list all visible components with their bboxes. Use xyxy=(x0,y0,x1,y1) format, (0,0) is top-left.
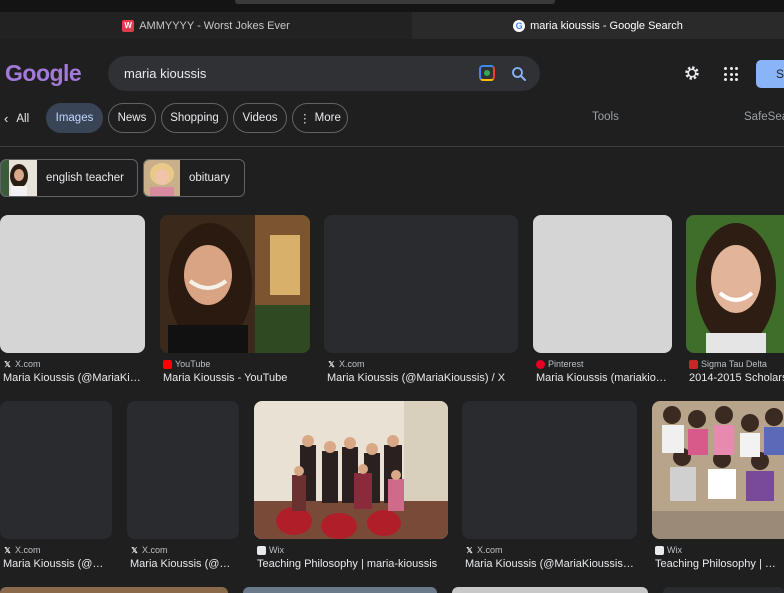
result-title[interactable]: 2014-2015 Scholars xyxy=(689,372,784,384)
related-thumbnail xyxy=(144,160,180,196)
wix-logo-icon xyxy=(655,545,664,555)
all-label: All xyxy=(16,112,30,125)
tab-title: AMMYYYY - Worst Jokes Ever xyxy=(139,19,290,32)
tools-button[interactable]: Tools xyxy=(592,111,619,123)
more-label: More xyxy=(314,112,341,124)
result-source: 𝕏 X.com xyxy=(3,359,41,369)
tab-title: maria kioussis - Google Search xyxy=(530,19,683,32)
source-name: Pinterest xyxy=(548,359,584,369)
more-vertical-icon: ⋮ xyxy=(299,113,311,125)
x-logo-icon: 𝕏 xyxy=(4,359,11,369)
x-logo-icon: 𝕏 xyxy=(131,545,138,555)
result-source: 𝕏 X.com xyxy=(327,359,365,369)
tab-more[interactable]: ⋮ More xyxy=(292,103,348,133)
result-thumbnail[interactable] xyxy=(127,401,239,539)
x-logo-icon: 𝕏 xyxy=(328,359,335,369)
related-thumbnail xyxy=(1,160,37,196)
chevron-left-icon: ‹ xyxy=(4,111,9,126)
x-logo-icon: 𝕏 xyxy=(466,545,473,555)
back-to-all-link[interactable]: ‹ All xyxy=(4,111,29,126)
sigma-tau-delta-logo-icon xyxy=(689,359,698,369)
result-source: Sigma Tau Delta xyxy=(689,359,767,369)
sign-in-button[interactable]: Sign in xyxy=(756,60,784,88)
source-name: X.com xyxy=(15,359,41,369)
search-box[interactable]: maria kioussis xyxy=(108,56,540,91)
result-title[interactable]: Maria Kioussis (@MariaKioussis) / X xyxy=(327,372,517,384)
gear-icon[interactable] xyxy=(683,64,701,82)
browser-tab-strip: W AMMYYYY - Worst Jokes Ever ✕ G maria k… xyxy=(0,0,784,39)
result-thumbnail[interactable] xyxy=(462,401,637,539)
source-name: X.com xyxy=(142,545,168,555)
youtube-logo-icon xyxy=(163,359,172,369)
result-source: YouTube xyxy=(163,359,210,369)
google-logo[interactable]: Google xyxy=(5,60,82,87)
result-title[interactable]: Maria Kioussis (@MariaKi… xyxy=(3,372,143,384)
result-source: 𝕏 X.com xyxy=(465,545,503,555)
source-name: Sigma Tau Delta xyxy=(701,359,767,369)
x-logo-icon: 𝕏 xyxy=(4,545,11,555)
tab-images[interactable]: Images xyxy=(46,103,103,133)
browser-tab-jokes[interactable]: W AMMYYYY - Worst Jokes Ever xyxy=(0,12,412,39)
apps-grid-icon[interactable] xyxy=(724,67,738,81)
wix-logo-icon xyxy=(257,545,266,555)
tab-news[interactable]: News xyxy=(108,103,156,133)
related-search-obituary[interactable]: obituary xyxy=(143,159,245,197)
image-result-partial[interactable] xyxy=(243,587,437,593)
related-label: obituary xyxy=(189,172,230,184)
result-title[interactable]: Teaching Philosophy | maria-kioussis xyxy=(257,558,447,570)
result-thumbnail[interactable] xyxy=(0,215,145,353)
source-name: X.com xyxy=(477,545,503,555)
result-thumbnail[interactable] xyxy=(533,215,672,353)
result-title[interactable]: Teaching Philosophy | mar… xyxy=(655,558,784,570)
tab-videos[interactable]: Videos xyxy=(233,103,287,133)
wix-favicon-icon: W xyxy=(122,19,135,32)
window-top-bar xyxy=(235,0,555,4)
result-thumbnail[interactable] xyxy=(160,215,310,353)
header-divider xyxy=(0,146,784,147)
google-lens-icon[interactable] xyxy=(479,65,495,81)
source-name: X.com xyxy=(339,359,365,369)
google-favicon-icon: G xyxy=(513,19,526,32)
result-thumbnail[interactable] xyxy=(652,401,784,539)
source-name: Wix xyxy=(269,545,284,555)
result-source: Wix xyxy=(257,545,284,555)
result-thumbnail[interactable] xyxy=(254,401,448,539)
search-icon[interactable] xyxy=(510,65,528,83)
result-title[interactable]: Maria Kioussis - YouTube xyxy=(163,372,310,384)
result-title[interactable]: Maria Kioussis (@… xyxy=(130,558,238,570)
safesearch-button[interactable]: SafeSearch xyxy=(744,111,784,123)
source-name: YouTube xyxy=(175,359,211,369)
result-title[interactable]: Maria Kioussis (@MariaKioussis… xyxy=(465,558,637,570)
browser-tab-google-search[interactable]: G maria kioussis - Google Search xyxy=(412,12,784,39)
image-result-partial[interactable] xyxy=(663,587,784,593)
result-source: 𝕏 X.com xyxy=(3,545,41,555)
image-result-partial[interactable] xyxy=(0,587,228,593)
image-result-partial[interactable] xyxy=(452,587,648,593)
pinterest-logo-icon xyxy=(536,359,545,369)
result-thumbnail[interactable] xyxy=(324,215,518,353)
result-thumbnail[interactable] xyxy=(0,401,112,539)
result-title[interactable]: Maria Kioussis (@… xyxy=(3,558,111,570)
source-name: X.com xyxy=(15,545,41,555)
tab-shopping[interactable]: Shopping xyxy=(161,103,228,133)
result-title[interactable]: Maria Kioussis (mariakio… xyxy=(536,372,672,384)
search-input[interactable]: maria kioussis xyxy=(124,66,206,81)
result-source: Wix xyxy=(655,545,682,555)
related-search-english-teacher[interactable]: english teacher xyxy=(0,159,138,197)
result-source: Pinterest xyxy=(536,359,584,369)
source-name: Wix xyxy=(667,545,682,555)
result-thumbnail[interactable] xyxy=(686,215,784,353)
result-source: 𝕏 X.com xyxy=(130,545,168,555)
related-label: english teacher xyxy=(46,172,124,184)
